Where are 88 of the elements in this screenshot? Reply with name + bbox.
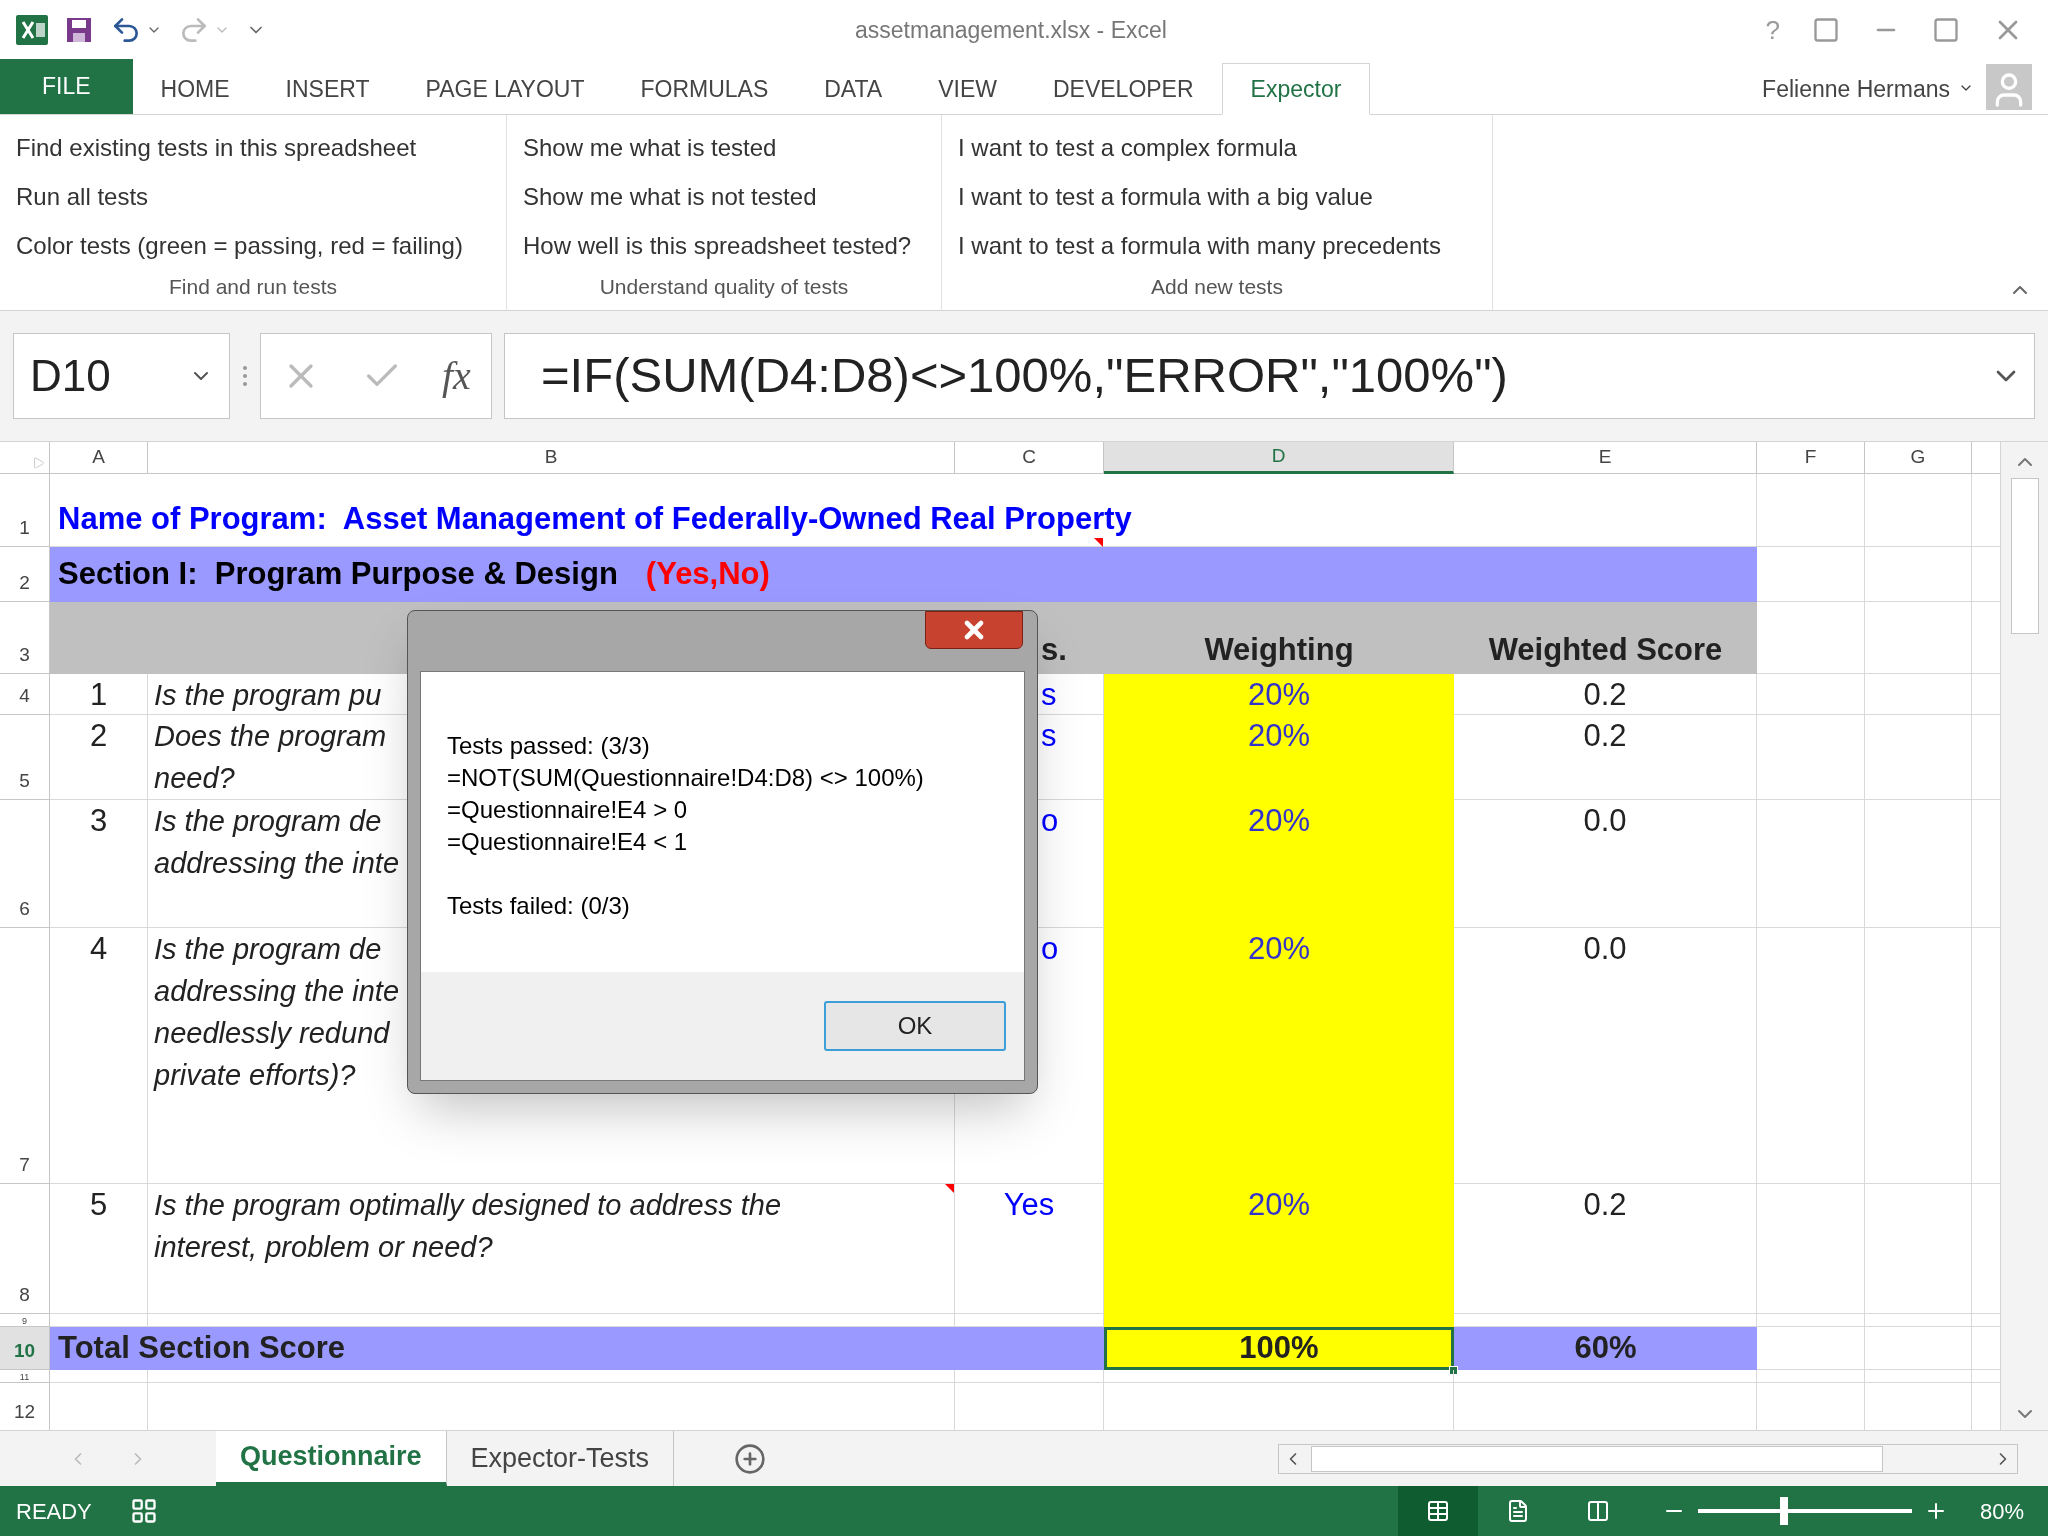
score-cell: 0.2 — [1454, 715, 1757, 800]
row-header[interactable]: 3 — [0, 602, 50, 674]
weighting-cell: 20% — [1104, 928, 1454, 1184]
normal-view-icon — [1425, 1499, 1450, 1523]
ribbon-tab[interactable]: HOME — [132, 63, 258, 115]
row-header[interactable]: 2 — [0, 547, 50, 602]
total-label: Total Section Score — [50, 1327, 1104, 1370]
row-header[interactable]: 10 — [0, 1327, 50, 1370]
group-label: Find and run tests — [168, 273, 338, 300]
save-icon[interactable] — [64, 15, 94, 45]
column-header[interactable]: G — [1865, 442, 1972, 474]
row-header[interactable]: 4 — [0, 674, 50, 715]
weighting-cell: 20% — [1104, 715, 1454, 800]
ribbon-button[interactable]: Run all tests — [16, 178, 149, 215]
selected-cell[interactable]: 100% — [1104, 1327, 1454, 1370]
group-label: Add new tests — [1151, 273, 1283, 300]
ribbon-button[interactable]: I want to test a formula with many precedents — [958, 227, 1441, 264]
scrollbar-thumb[interactable] — [1311, 1445, 1883, 1472]
ribbon-tab[interactable]: DATA — [796, 63, 911, 115]
ribbon-button[interactable]: Show me what is not tested — [523, 178, 817, 215]
page-break-icon — [1585, 1499, 1610, 1523]
ribbon-tab[interactable]: VIEW — [910, 63, 1025, 115]
name-box[interactable]: D10 — [13, 333, 230, 419]
column-heading: Weighting — [1104, 602, 1454, 674]
ok-button[interactable]: OK — [824, 1001, 1006, 1051]
ribbon-tab[interactable]: Expector — [1221, 63, 1371, 115]
maximize-icon[interactable] — [1932, 16, 1960, 44]
column-header[interactable]: A — [50, 442, 148, 474]
row-index: 4 — [50, 928, 148, 1184]
close-button[interactable] — [925, 611, 1023, 649]
row-index: 1 — [50, 674, 148, 715]
total-score: 60% — [1454, 1327, 1757, 1370]
row-header[interactable]: 9 — [0, 1314, 50, 1327]
test-formula: =Questionnaire!E4 < 1 — [447, 827, 689, 857]
test-formula: =NOT(SUM(Questionnaire!D4:D8) <> 100%) — [447, 763, 925, 793]
score-cell: 0.2 — [1454, 674, 1757, 715]
file-tab[interactable]: FILE — [0, 59, 133, 114]
question-text: Is the program optimally designed to address the interest, problem or need? — [148, 1184, 955, 1314]
row-header[interactable]: 11 — [0, 1370, 50, 1383]
ribbon-button[interactable]: Show me what is tested — [523, 129, 777, 166]
sheet-tab[interactable]: Questionnaire — [216, 1431, 447, 1486]
ribbon-display-icon[interactable] — [1812, 16, 1840, 44]
failed-summary: Tests failed: (0/3) — [447, 891, 631, 921]
ribbon-tab[interactable]: INSERT — [257, 63, 398, 115]
new-sheet-icon[interactable] — [734, 1442, 767, 1475]
row-index: 3 — [50, 800, 148, 928]
score-cell: 0.0 — [1454, 928, 1757, 1184]
account-menu[interactable]: Felienne Hermans — [1762, 64, 1958, 114]
window-title: assetmanagement.xlsx - Excel — [855, 15, 1167, 45]
passed-summary: Tests passed: (3/3) — [447, 731, 651, 761]
column-header[interactable]: B — [148, 442, 955, 474]
row-header[interactable]: 7 — [0, 928, 50, 1184]
row-index: 2 — [50, 715, 148, 800]
score-cell: 0.0 — [1454, 800, 1757, 928]
ribbon-tab[interactable]: PAGE LAYOUT — [397, 63, 613, 115]
fill-handle[interactable] — [1449, 1366, 1458, 1375]
macro-recording-icon[interactable] — [130, 1497, 158, 1525]
row-header[interactable]: 8 — [0, 1184, 50, 1314]
column-header[interactable]: E — [1454, 442, 1757, 474]
answer-options: (Yes,No) — [645, 550, 770, 597]
ribbon-tab[interactable]: FORMULAS — [612, 63, 797, 115]
drag-handle-icon — [242, 364, 248, 388]
row-header[interactable]: 1 — [0, 474, 50, 547]
status-mode: READY — [15, 1497, 93, 1526]
view-button[interactable] — [1397, 1486, 1478, 1536]
ribbon-tab[interactable]: DEVELOPER — [1024, 63, 1222, 115]
row-index: 5 — [50, 1184, 148, 1314]
scrollbar-thumb[interactable] — [2010, 478, 2039, 634]
section-title: Section I: Program Purpose & Design — [58, 554, 618, 593]
ribbon-button[interactable]: I want to test a complex formula — [958, 129, 1297, 166]
column-header[interactable]: D — [1104, 442, 1454, 474]
ribbon-button[interactable]: How well is this spreadsheet tested? — [523, 227, 912, 264]
row-header[interactable]: 6 — [0, 800, 50, 928]
column-header[interactable]: F — [1757, 442, 1865, 474]
weighting-cell: 20% — [1104, 800, 1454, 928]
weighting-cell: 20% — [1104, 674, 1454, 715]
zoom-slider-thumb[interactable] — [1779, 1497, 1788, 1525]
weighting-cell: 20% — [1104, 1184, 1454, 1314]
insert-function-button[interactable]: fx — [441, 346, 471, 406]
ribbon-button[interactable]: Find existing tests in this spreadsheet — [16, 129, 417, 166]
score-cell: 0.2 — [1454, 1184, 1757, 1314]
zoom-level[interactable]: 80% — [1947, 1494, 2048, 1528]
row-header[interactable]: 5 — [0, 715, 50, 800]
group-label: Understand quality of tests — [599, 273, 849, 300]
column-heading: Weighted Score — [1454, 602, 1757, 674]
ribbon-button[interactable]: Color tests (green = passing, red = failing) — [16, 227, 463, 264]
ribbon-button[interactable]: I want to test a formula with a big value — [958, 178, 1373, 215]
excel-logo-icon[interactable] — [16, 15, 48, 45]
